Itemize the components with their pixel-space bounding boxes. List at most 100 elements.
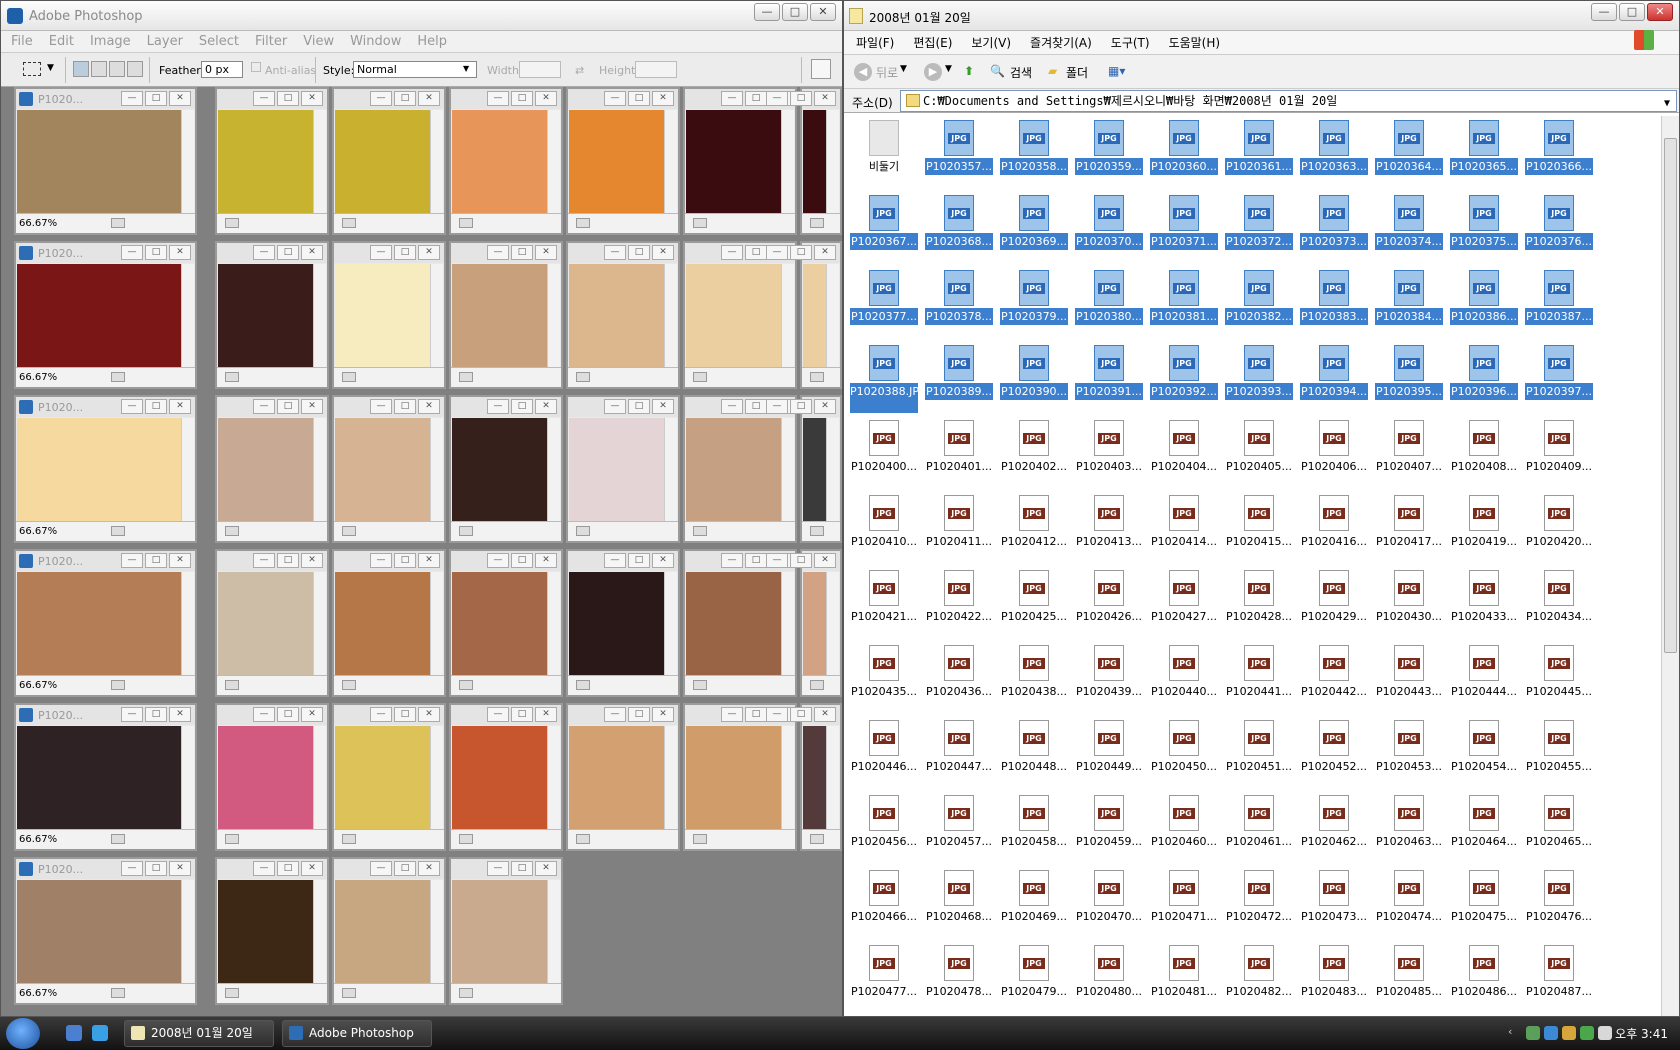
file-item[interactable]: JPG P1020478... (924, 943, 994, 1013)
file-item[interactable]: JPG P1020465... (1524, 793, 1594, 863)
doc-vertical-scrollbar[interactable] (664, 572, 677, 676)
document-canvas[interactable] (17, 264, 182, 368)
explorer-titlebar[interactable]: 2008년 01월 20일 — □ ✕ (844, 1, 1679, 31)
search-button[interactable]: 검색 (1010, 64, 1032, 81)
file-item-selected[interactable]: JPG P1020374... (1374, 193, 1444, 263)
menu-view[interactable]: 보기(V) (971, 31, 1011, 54)
doc-horizontal-scroll-thumb[interactable] (459, 218, 473, 228)
doc-maximize-button[interactable]: □ (394, 553, 416, 568)
doc-horizontal-scroll-thumb[interactable] (576, 218, 590, 228)
doc-maximize-button[interactable]: □ (394, 399, 416, 414)
doc-maximize-button[interactable]: □ (790, 91, 812, 106)
doc-horizontal-scroll-thumb[interactable] (111, 680, 125, 690)
doc-horizontal-scroll-thumb[interactable] (693, 218, 707, 228)
recycle-bin-item[interactable]: 비둘기 (849, 118, 919, 188)
doc-horizontal-scroll-thumb[interactable] (225, 526, 239, 536)
zoom-level[interactable]: 66.67% (19, 372, 57, 383)
doc-vertical-scrollbar[interactable] (430, 880, 443, 984)
doc-close-button[interactable]: ✕ (301, 245, 323, 260)
doc-horizontal-scroll-thumb[interactable] (225, 218, 239, 228)
document-window[interactable]: —□✕ (332, 241, 446, 389)
file-item[interactable]: JPG P1020455... (1524, 718, 1594, 788)
document-canvas[interactable] (335, 418, 431, 522)
forward-dropdown-icon[interactable]: ▼ (945, 64, 952, 74)
file-item[interactable]: JPG P1020472... (1224, 868, 1294, 938)
doc-maximize-button[interactable]: □ (277, 861, 299, 876)
doc-minimize-button[interactable]: — (121, 861, 143, 876)
doc-horizontal-scroll-thumb[interactable] (576, 680, 590, 690)
file-item-selected[interactable]: JPG P1020363... (1299, 118, 1369, 188)
document-canvas[interactable] (803, 418, 827, 522)
doc-close-button[interactable]: ✕ (301, 399, 323, 414)
document-titlebar[interactable]: —□✕ (217, 859, 327, 879)
close-button[interactable]: ✕ (1647, 3, 1673, 21)
document-canvas[interactable] (218, 110, 314, 214)
doc-vertical-scrollbar[interactable] (181, 726, 194, 830)
doc-horizontal-scroll-thumb[interactable] (459, 372, 473, 382)
taskbar-photoshop-button[interactable]: Adobe Photoshop (282, 1020, 432, 1047)
document-titlebar[interactable]: —□✕ (217, 89, 327, 109)
document-canvas[interactable] (218, 726, 314, 830)
doc-maximize-button[interactable]: □ (745, 245, 767, 260)
add-selection-icon[interactable] (91, 61, 107, 77)
file-item[interactable]: JPG P1020459... (1074, 793, 1144, 863)
folders-button[interactable]: 폴더 (1066, 64, 1088, 81)
file-item[interactable]: JPG P1020434... (1524, 568, 1594, 638)
menu-help[interactable]: 도움말(H) (1169, 31, 1221, 54)
doc-maximize-button[interactable]: □ (511, 399, 533, 414)
file-item[interactable]: JPG P1020451... (1224, 718, 1294, 788)
doc-maximize-button[interactable]: □ (394, 91, 416, 106)
ie-quicklaunch-icon[interactable] (66, 1025, 82, 1041)
file-item[interactable]: JPG P1020469... (999, 868, 1069, 938)
doc-maximize-button[interactable]: □ (277, 399, 299, 414)
doc-vertical-scrollbar[interactable] (181, 572, 194, 676)
document-window[interactable]: —□✕ (766, 395, 842, 543)
doc-maximize-button[interactable]: □ (145, 861, 167, 876)
document-canvas[interactable] (218, 418, 314, 522)
doc-horizontal-scroll-thumb[interactable] (810, 218, 824, 228)
start-button[interactable] (6, 1018, 40, 1049)
file-item[interactable]: JPG P1020442... (1299, 643, 1369, 713)
doc-maximize-button[interactable]: □ (277, 91, 299, 106)
folders-icon[interactable]: ▰ (1048, 64, 1057, 78)
document-titlebar[interactable]: —□✕ (217, 705, 327, 725)
width-input[interactable] (519, 61, 561, 78)
subtract-selection-icon[interactable] (109, 61, 125, 77)
doc-vertical-scrollbar[interactable] (430, 418, 443, 522)
file-item-selected[interactable]: JPG P1020388.JPG (849, 343, 919, 413)
doc-horizontal-scroll-thumb[interactable] (111, 372, 125, 382)
doc-maximize-button[interactable]: □ (790, 707, 812, 722)
file-item[interactable]: JPG P1020440... (1149, 643, 1219, 713)
document-window[interactable]: P1020... — □ ✕ 66.67% (14, 703, 197, 851)
doc-vertical-scrollbar[interactable] (781, 572, 794, 676)
doc-vertical-scrollbar[interactable] (781, 726, 794, 830)
doc-horizontal-scroll-thumb[interactable] (810, 372, 824, 382)
document-window[interactable]: —□✕ (215, 241, 329, 389)
document-canvas[interactable] (452, 418, 548, 522)
doc-close-button[interactable]: ✕ (169, 553, 191, 568)
menu-favorites[interactable]: 즐겨찾기(A) (1030, 31, 1092, 54)
file-item[interactable]: JPG P1020446... (849, 718, 919, 788)
document-window[interactable]: —□✕ (332, 395, 446, 543)
file-item-selected[interactable]: JPG P1020364... (1374, 118, 1444, 188)
document-canvas[interactable] (569, 264, 665, 368)
doc-close-button[interactable]: ✕ (814, 245, 836, 260)
document-titlebar[interactable]: —□✕ (217, 551, 327, 571)
doc-minimize-button[interactable]: — (121, 707, 143, 722)
file-item[interactable]: JPG P1020485... (1374, 943, 1444, 1013)
doc-maximize-button[interactable]: □ (145, 399, 167, 414)
file-item[interactable]: JPG P1020445... (1524, 643, 1594, 713)
doc-horizontal-scroll-thumb[interactable] (459, 988, 473, 998)
doc-close-button[interactable]: ✕ (814, 91, 836, 106)
document-window[interactable]: —□✕ (449, 703, 563, 851)
doc-horizontal-scroll-thumb[interactable] (225, 680, 239, 690)
file-item-selected[interactable]: JPG P1020378... (924, 268, 994, 338)
doc-minimize-button[interactable]: — (604, 553, 626, 568)
doc-maximize-button[interactable]: □ (745, 707, 767, 722)
document-titlebar[interactable]: —□✕ (568, 243, 678, 263)
maximize-button[interactable]: □ (1619, 3, 1645, 21)
back-arrow-icon[interactable]: ◀ (854, 63, 872, 81)
tray-app-icon[interactable] (1580, 1026, 1594, 1040)
document-canvas[interactable] (17, 110, 182, 214)
doc-horizontal-scroll-thumb[interactable] (810, 526, 824, 536)
